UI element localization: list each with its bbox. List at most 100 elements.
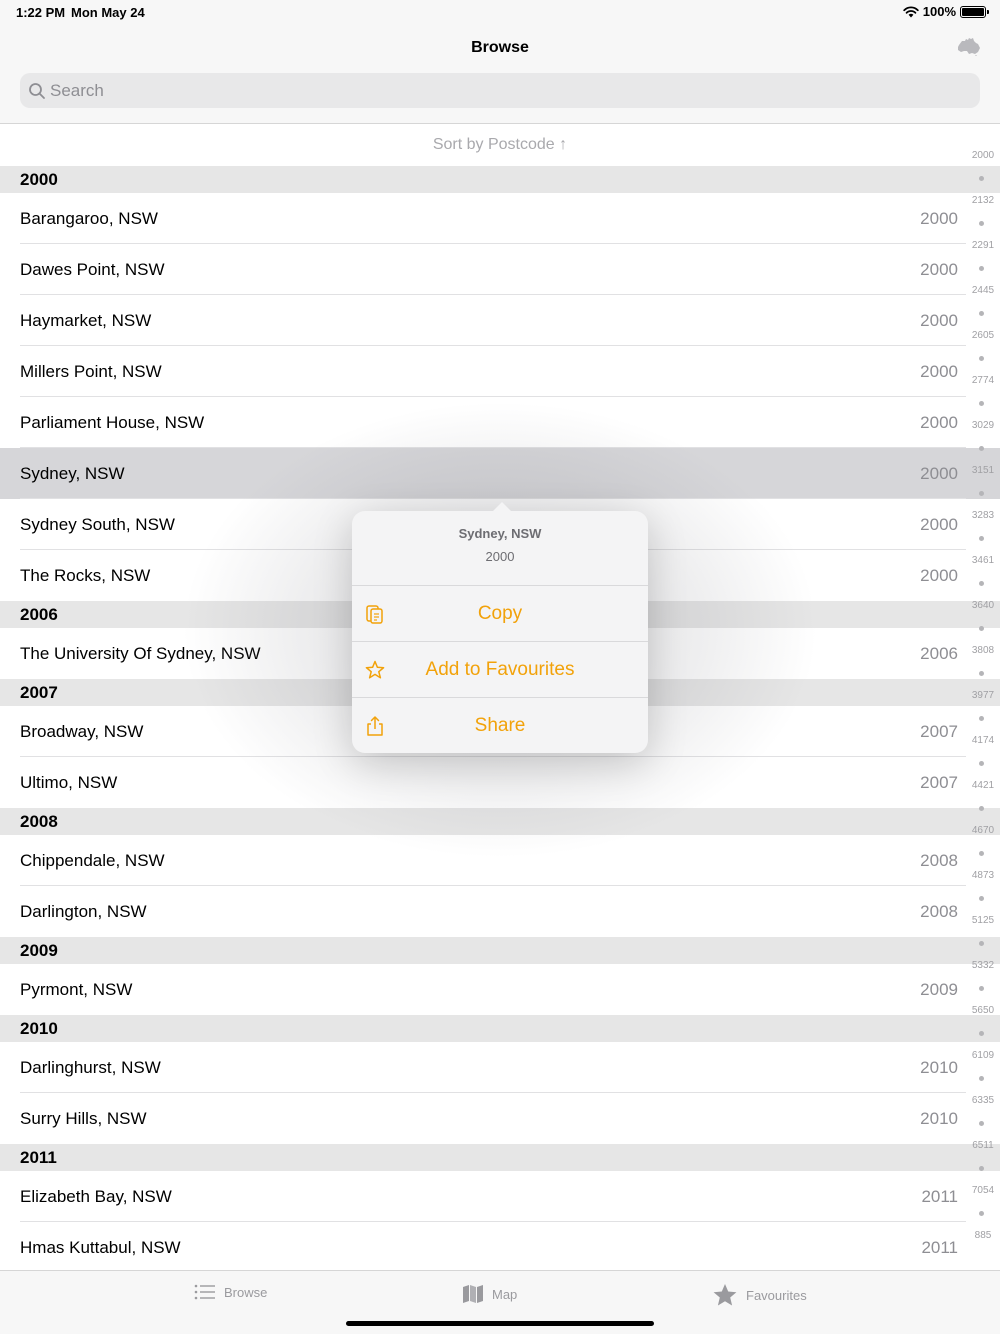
index-dot <box>979 536 984 541</box>
index-label[interactable]: 5125 <box>968 915 998 926</box>
add-to-favourites-label: Add to Favourites <box>425 658 575 680</box>
suburb-name: Broadway, NSW <box>20 722 144 741</box>
list-item[interactable]: Barangaroo, NSW 2000 <box>0 193 1000 244</box>
index-dot <box>979 671 984 676</box>
list-item[interactable]: Ultimo, NSW 2007 <box>0 757 1000 808</box>
search-icon <box>29 82 45 99</box>
list-item[interactable]: Darlington, NSW 2008 <box>0 886 1000 937</box>
index-label[interactable]: 3151 <box>968 465 998 476</box>
search-input[interactable] <box>50 80 950 101</box>
index-label[interactable]: 3283 <box>968 510 998 521</box>
suburb-name: Darlinghurst, NSW <box>20 1058 161 1077</box>
list-item[interactable]: Hmas Kuttabul, NSW 2011 <box>0 1222 1000 1270</box>
index-label[interactable]: 5332 <box>968 960 998 971</box>
index-label[interactable]: 3808 <box>968 645 998 656</box>
postcode-value: 2000 <box>920 260 958 279</box>
list-item[interactable]: Parliament House, NSW 2000 <box>0 397 1000 448</box>
index-dot <box>979 851 984 856</box>
star-icon <box>713 1284 737 1306</box>
suburb-name: Ultimo, NSW <box>20 773 118 792</box>
add-to-favourites-button[interactable]: Add to Favourites <box>352 642 648 698</box>
postcode-value: 2007 <box>920 722 958 741</box>
suburb-name: Parliament House, NSW <box>20 413 205 432</box>
postcode-value: 2010 <box>920 1058 958 1077</box>
index-label[interactable]: 2774 <box>968 375 998 386</box>
section-header: 2008 <box>0 808 1000 835</box>
tab-browse-label: Browse <box>224 1284 268 1300</box>
index-label[interactable]: 6335 <box>968 1095 998 1106</box>
share-button[interactable]: Share <box>352 698 648 754</box>
index-label[interactable]: 2000 <box>968 150 998 161</box>
index-label[interactable]: 4873 <box>968 870 998 881</box>
suburb-name: Darlington, NSW <box>20 902 147 921</box>
tab-map[interactable]: Map <box>462 1283 517 1305</box>
navigation-bar: Browse <box>0 24 1000 124</box>
list-item[interactable]: Surry Hills, NSW 2010 <box>0 1093 1000 1144</box>
australia-map-icon[interactable] <box>956 36 982 56</box>
page-title: Browse <box>471 39 529 56</box>
index-label[interactable]: 3977 <box>968 690 998 701</box>
index-label[interactable]: 4421 <box>968 780 998 791</box>
index-label[interactable]: 4670 <box>968 825 998 836</box>
index-dot <box>979 356 984 361</box>
index-dot <box>979 761 984 766</box>
index-dot <box>979 311 984 316</box>
section-index[interactable]: 2000 2132 2291 2445 2605 2774 3029 3151 3283 3461… <box>968 150 998 1260</box>
list-item[interactable]: Elizabeth Bay, NSW 2011 <box>0 1171 1000 1222</box>
list-item[interactable]: Haymarket, NSW 2000 <box>0 295 1000 346</box>
copy-icon <box>366 605 383 624</box>
postcode-value: 2000 <box>920 413 958 432</box>
suburb-name: The University Of Sydney, NSW <box>20 644 261 663</box>
index-label[interactable]: 7054 <box>968 1185 998 1196</box>
index-label[interactable]: 5650 <box>968 1005 998 1016</box>
suburb-name: Haymarket, NSW <box>20 311 152 330</box>
suburb-name: Sydney South, NSW <box>20 515 175 534</box>
index-dot <box>979 986 984 991</box>
index-dot <box>979 401 984 406</box>
suburb-name: Surry Hills, NSW <box>20 1109 147 1128</box>
index-label[interactable]: 3640 <box>968 600 998 611</box>
list-item[interactable]: Darlinghurst, NSW 2010 <box>0 1042 1000 1093</box>
index-label[interactable]: 2605 <box>968 330 998 341</box>
list-item[interactable]: Dawes Point, NSW 2000 <box>0 244 1000 295</box>
postcode-value: 2000 <box>920 566 958 585</box>
section-header: 2010 <box>0 1015 1000 1042</box>
tab-favourites[interactable]: Favourites <box>712 1283 807 1307</box>
index-label[interactable]: 2291 <box>968 240 998 251</box>
battery-percent: 100% <box>922 4 956 19</box>
battery-icon <box>960 5 989 18</box>
index-label[interactable]: 3029 <box>968 420 998 431</box>
status-indicators: 100% <box>903 4 989 19</box>
postcode-value: 2006 <box>920 644 958 663</box>
index-label[interactable]: 6109 <box>968 1050 998 1061</box>
index-label[interactable]: 885 <box>968 1230 998 1241</box>
suburb-name: Hmas Kuttabul, NSW <box>20 1238 181 1257</box>
list-item[interactable]: Sydney, NSW 2000 <box>0 448 1000 499</box>
tab-browse[interactable]: Browse <box>194 1283 267 1301</box>
list-item[interactable]: Pyrmont, NSW 2009 <box>0 964 1000 1015</box>
index-label[interactable]: 3461 <box>968 555 998 566</box>
index-dot <box>979 1031 984 1036</box>
index-label[interactable]: 6511 <box>968 1140 998 1151</box>
index-dot <box>979 941 984 946</box>
suburb-name: Chippendale, NSW <box>20 851 165 870</box>
tab-favourites-label: Favourites <box>746 1287 807 1303</box>
postcode-value: 2011 <box>921 1238 958 1257</box>
postcode-value: 2010 <box>920 1109 958 1128</box>
index-dot <box>979 491 984 496</box>
index-label[interactable]: 4174 <box>968 735 998 746</box>
menu-subtitle: 2000 <box>485 549 515 564</box>
list-item[interactable]: Chippendale, NSW 2008 <box>0 835 1000 886</box>
index-label[interactable]: 2132 <box>968 195 998 206</box>
postcode-value: 2011 <box>921 1187 958 1206</box>
postcode-value: 2000 <box>920 311 958 330</box>
share-icon <box>367 716 383 736</box>
index-label[interactable]: 2445 <box>968 285 998 296</box>
map-icon <box>463 1285 483 1303</box>
sort-button[interactable]: Sort by Postcode ↑ <box>0 124 1000 166</box>
index-dot <box>979 266 984 271</box>
search-bar[interactable] <box>20 73 980 108</box>
copy-button[interactable]: Copy <box>352 586 648 642</box>
index-dot <box>979 1076 984 1081</box>
list-item[interactable]: Millers Point, NSW 2000 <box>0 346 1000 397</box>
